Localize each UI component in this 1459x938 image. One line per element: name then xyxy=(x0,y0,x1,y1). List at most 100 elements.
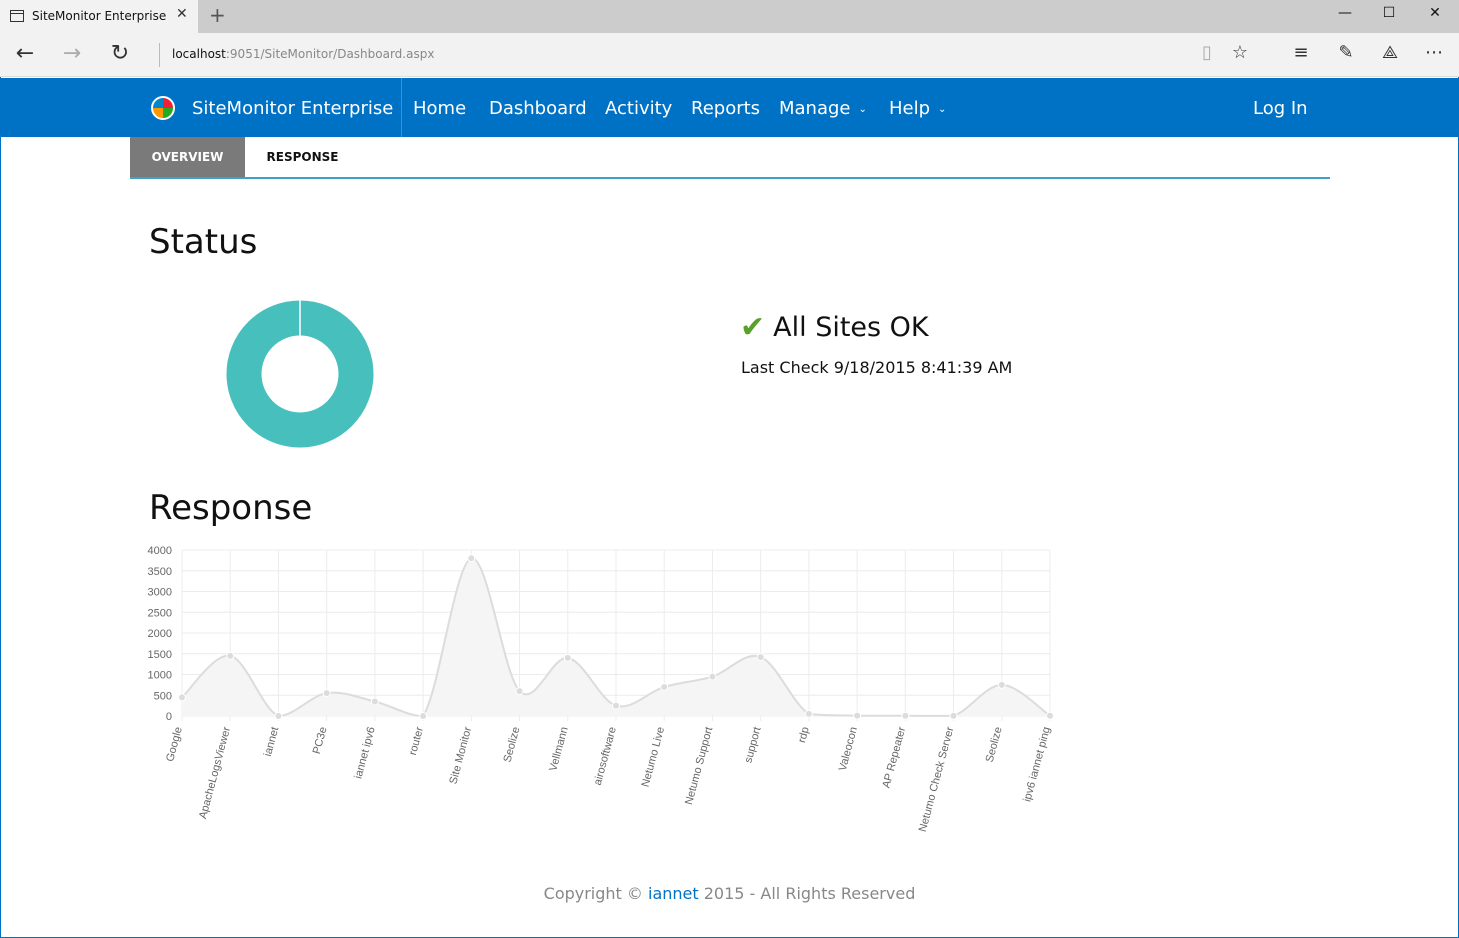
login-link[interactable]: Log In xyxy=(1253,98,1308,119)
y-tick-label: 2500 xyxy=(148,607,172,619)
more-icon[interactable]: ⋯ xyxy=(1420,42,1448,63)
x-tick-label: rdp xyxy=(796,726,812,744)
page-icon xyxy=(10,10,24,22)
data-point xyxy=(804,709,813,718)
share-icon[interactable]: ⟁ xyxy=(1376,42,1404,63)
x-tick-label: Netumo Check Server xyxy=(917,725,957,833)
x-tick-label: Vellmann xyxy=(547,726,570,773)
data-point xyxy=(997,680,1006,689)
data-point xyxy=(660,682,669,691)
close-tab-icon[interactable]: ✕ xyxy=(176,6,188,22)
last-check-time: Last Check 9/18/2015 8:41:39 AM xyxy=(741,358,1013,377)
minimize-icon[interactable]: — xyxy=(1330,5,1360,21)
data-point xyxy=(756,653,765,662)
x-tick-label: Site Monitor xyxy=(447,725,474,785)
data-point xyxy=(467,554,476,563)
address-separator xyxy=(159,43,160,67)
chevron-down-icon: ⌄ xyxy=(938,103,947,115)
nav-activity[interactable]: Activity xyxy=(605,98,672,119)
data-point xyxy=(1046,711,1054,720)
data-point xyxy=(274,712,283,720)
status-summary: ✔ All Sites OK xyxy=(740,310,929,345)
url-path: :9051/SiteMonitor/Dashboard.aspx xyxy=(225,47,435,61)
y-tick-label: 500 xyxy=(154,690,172,702)
nav-home[interactable]: Home xyxy=(413,98,466,119)
data-point xyxy=(612,701,620,710)
nav-dashboard[interactable]: Dashboard xyxy=(489,98,587,119)
x-tick-label: Seolize xyxy=(984,726,1005,764)
y-tick-label: 2000 xyxy=(148,628,172,640)
url-field[interactable]: localhost:9051/SiteMonitor/Dashboard.asp… xyxy=(172,47,434,61)
y-tick-label: 1500 xyxy=(148,649,172,661)
data-point xyxy=(853,711,862,720)
address-bar: ← → ↻ localhost:9051/SiteMonitor/Dashboa… xyxy=(0,33,1459,77)
data-point xyxy=(949,711,958,720)
x-tick-label: ipv6 iannet ping xyxy=(1021,726,1053,804)
x-tick-label: Google xyxy=(164,726,185,763)
data-point xyxy=(226,651,235,660)
x-tick-label: support xyxy=(742,726,763,765)
data-point xyxy=(419,712,428,720)
nav-help[interactable]: Help ⌄ xyxy=(889,98,946,119)
y-tick-label: 3000 xyxy=(148,587,172,599)
tab-overview[interactable]: OVERVIEW xyxy=(130,137,245,177)
brand-link[interactable]: SiteMonitor Enterprise xyxy=(192,98,393,119)
new-tab-icon[interactable]: + xyxy=(209,3,226,27)
tab-response[interactable]: RESPONSE xyxy=(245,137,360,177)
data-point xyxy=(322,689,331,698)
x-tick-label: Netumo Support xyxy=(683,726,715,806)
brand-logo-icon[interactable] xyxy=(151,96,175,120)
hub-icon[interactable]: ≡ xyxy=(1287,42,1315,63)
status-donut-chart xyxy=(226,300,374,448)
status-heading: Status xyxy=(149,222,258,262)
url-host: localhost xyxy=(172,47,226,61)
x-tick-label: iannet ipv6 xyxy=(352,726,377,781)
footer-suffix: 2015 - All Rights Reserved xyxy=(698,884,916,903)
y-tick-label: 1000 xyxy=(148,670,172,682)
reading-view-icon[interactable]: ▯ xyxy=(1193,42,1221,63)
data-point xyxy=(901,711,910,720)
y-tick-label: 0 xyxy=(166,711,172,723)
refresh-icon[interactable]: ↻ xyxy=(105,41,135,66)
data-point xyxy=(563,653,572,662)
nav-reports[interactable]: Reports xyxy=(691,98,760,119)
x-tick-label: Netumo Live xyxy=(640,726,668,789)
x-tick-label: router xyxy=(407,725,426,756)
chevron-down-icon: ⌄ xyxy=(858,103,867,115)
checkmark-icon: ✔ xyxy=(740,310,766,345)
web-note-icon[interactable]: ✎ xyxy=(1332,42,1360,63)
site-navbar: SiteMonitor Enterprise Home Dashboard Ac… xyxy=(1,78,1458,137)
data-point xyxy=(708,672,717,681)
nav-help-label: Help xyxy=(889,98,931,119)
x-tick-label: AP Repeater xyxy=(880,725,908,789)
data-point xyxy=(370,697,379,706)
nav-manage[interactable]: Manage ⌄ xyxy=(779,98,867,119)
x-tick-label: PC3e xyxy=(311,726,330,756)
footer-prefix: Copyright © xyxy=(543,884,648,903)
browser-tab[interactable]: SiteMonitor Enterprise ✕ xyxy=(0,0,198,33)
response-line-chart: 0 500 1000 1500 2000 2500 3000 3500 4000 Google Ap… xyxy=(148,545,1054,833)
close-window-icon[interactable]: ✕ xyxy=(1420,5,1450,21)
footer-iannet-link[interactable]: iannet xyxy=(648,884,699,903)
nav-divider xyxy=(401,78,402,137)
dashboard-tabs: OVERVIEW RESPONSE xyxy=(130,137,1330,179)
x-tick-label: iannet xyxy=(262,726,281,758)
x-tick-label: airosoftware xyxy=(592,726,619,787)
back-arrow-icon[interactable]: ← xyxy=(10,41,40,66)
nav-manage-label: Manage xyxy=(779,98,851,119)
x-tick-label: ApacheLogsViewer xyxy=(197,725,233,820)
forward-arrow-icon[interactable]: → xyxy=(57,41,87,66)
data-point xyxy=(178,693,186,702)
favorite-star-icon[interactable]: ☆ xyxy=(1226,42,1254,63)
x-tick-label: Seolize xyxy=(502,726,523,764)
x-tick-label: Valeocon xyxy=(837,726,860,773)
tab-title: SiteMonitor Enterprise xyxy=(32,9,167,23)
maximize-icon[interactable]: ☐ xyxy=(1374,5,1404,21)
browser-tab-bar: SiteMonitor Enterprise ✕ + — ☐ ✕ xyxy=(0,0,1459,33)
data-point xyxy=(515,687,524,696)
footer: Copyright © iannet 2015 - All Rights Res… xyxy=(0,884,1459,903)
y-tick-label: 3500 xyxy=(148,566,172,578)
status-text: All Sites OK xyxy=(773,312,929,343)
response-heading: Response xyxy=(149,488,313,528)
y-tick-label: 4000 xyxy=(148,545,172,557)
